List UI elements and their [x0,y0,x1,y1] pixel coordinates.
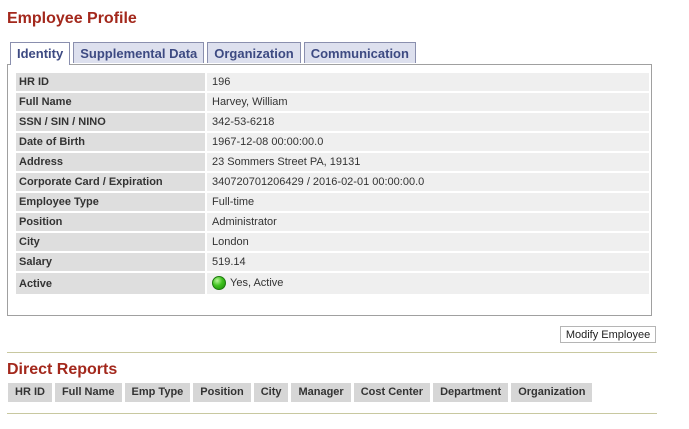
page-title: Employee Profile [7,10,137,27]
section-divider-bottom [7,413,657,414]
field-label: Position [16,213,205,231]
active-status-text: Yes, Active [230,277,284,290]
field-value-corporate-card: 340720701206429 / 2016-02-01 00:00:00.0 [205,173,649,191]
green-status-dot-icon [212,275,226,290]
field-label: SSN / SIN / NINO [16,113,205,131]
field-row-date-of-birth: Date of Birth 1967-12-08 00:00:00.0 [16,133,649,151]
column-header-organization[interactable]: Organization [511,383,593,402]
field-value-full-name: Harvey, William [205,93,649,111]
direct-reports-header: HR ID Full Name Emp Type Position City M… [8,383,595,402]
field-row-employee-type: Employee Type Full-time [16,193,649,211]
column-header-cost-center[interactable]: Cost Center [353,383,431,402]
column-header-department[interactable]: Department [433,383,509,402]
section-divider [7,352,657,353]
field-label: Active [16,273,205,294]
field-row-salary: Salary 519.14 [16,253,649,271]
identity-panel: HR ID 196 Full Name Harvey, William SSN … [7,64,652,316]
tab-supplemental-data[interactable]: Supplemental Data [73,42,205,63]
field-row-corporate-card: Corporate Card / Expiration 340720701206… [16,173,649,191]
modify-employee-button[interactable]: Modify Employee [560,326,656,343]
field-value-active: Yes, Active [205,273,649,294]
tab-identity[interactable]: Identity [10,42,71,65]
field-row-full-name: Full Name Harvey, William [16,93,649,111]
field-value-employee-type: Full-time [205,193,649,211]
field-value-date-of-birth: 1967-12-08 00:00:00.0 [205,133,649,151]
field-label: City [16,233,205,251]
field-value-city: London [205,233,649,251]
tab-organization[interactable]: Organization [207,42,301,63]
identity-table: HR ID 196 Full Name Harvey, William SSN … [16,71,649,296]
tab-communication[interactable]: Communication [303,42,416,63]
column-header-city[interactable]: City [253,383,289,402]
field-value-hr-id: 196 [205,73,649,91]
field-row-active: Active Yes, Active [16,273,649,294]
field-row-hr-id: HR ID 196 [16,73,649,91]
column-header-manager[interactable]: Manager [291,383,351,402]
field-value-position: Administrator [205,213,649,231]
field-label: Date of Birth [16,133,205,151]
field-value-salary: 519.14 [205,253,649,271]
field-row-position: Position Administrator [16,213,649,231]
column-header-position[interactable]: Position [193,383,251,402]
column-header-emp-type[interactable]: Emp Type [124,383,191,402]
field-row-city: City London [16,233,649,251]
direct-reports-title: Direct Reports [7,361,118,378]
field-label: Employee Type [16,193,205,211]
field-label: Corporate Card / Expiration [16,173,205,191]
field-row-ssn: SSN / SIN / NINO 342-53-6218 [16,113,649,131]
column-header-hr-id[interactable]: HR ID [8,383,52,402]
field-row-address: Address 23 Sommers Street PA, 19131 [16,153,649,171]
field-label: HR ID [16,73,205,91]
column-header-full-name[interactable]: Full Name [54,383,122,402]
field-label: Salary [16,253,205,271]
profile-tabs: Identity Supplemental Data Organization … [10,42,419,65]
field-value-ssn: 342-53-6218 [205,113,649,131]
field-value-address: 23 Sommers Street PA, 19131 [205,153,649,171]
field-label: Full Name [16,93,205,111]
field-label: Address [16,153,205,171]
